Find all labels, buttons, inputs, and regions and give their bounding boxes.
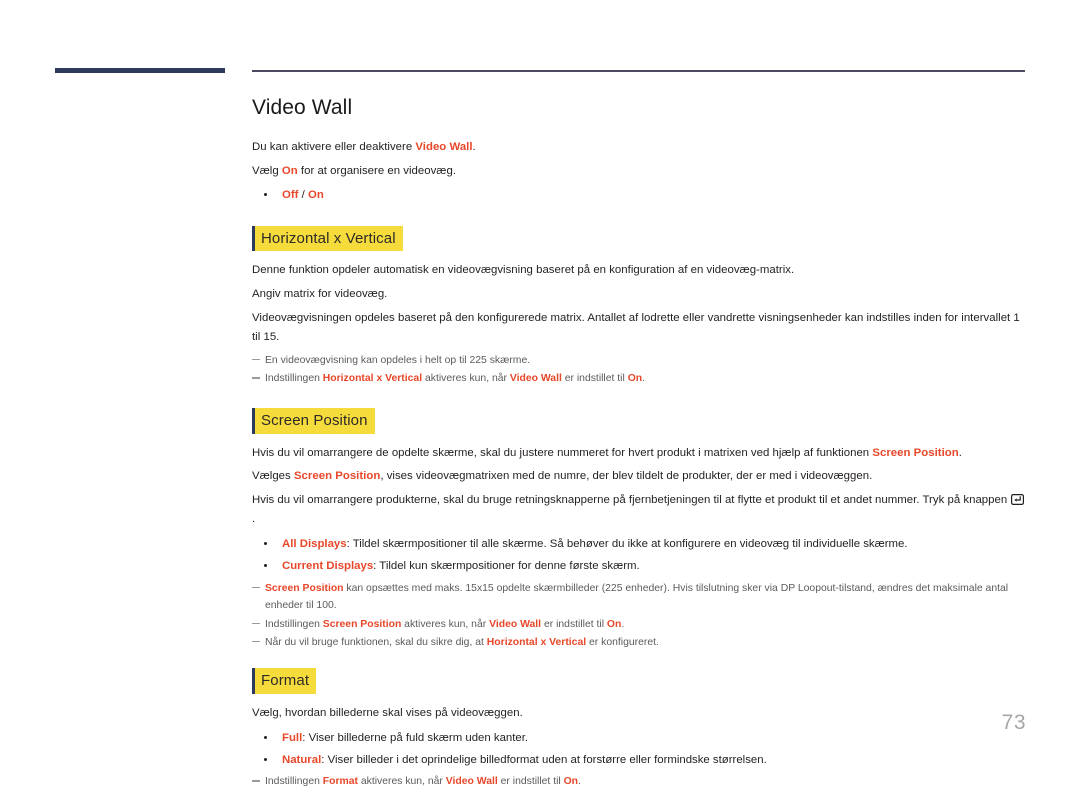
sp-note-2-link-video-wall: Video Wall [489,618,542,630]
option-natural: Natural [282,754,322,767]
sp-paragraph-2: Vælges Screen Position, vises videovægma… [252,467,1027,487]
fmt-note-1-c: er indstillet til [497,776,564,788]
section-heading-screen-position: Screen Position [252,407,375,434]
section-heading-screen-position-wrap: Screen Position [252,407,1027,434]
option-full-desc: : Viser billederne på fuld skærm uden ka… [302,731,529,744]
sp-note-2-c: er indstillet til [541,618,607,630]
sp-note-3-a: Når du vil bruge funktionen, skal du sik… [265,636,487,648]
hv-note-2: Indstillingen Horizontal x Vertical akti… [252,370,1027,387]
option-all-displays: All Displays [282,537,347,550]
hv-note-2-c: er indstillet til [561,373,628,385]
sp-note-2-a: Indstillingen [265,618,323,630]
sp-paragraph-1: Hvis du vil omarrangere de opdelte skærm… [252,444,1027,464]
section-heading-format: Format [252,668,317,695]
fmt-note-1-a: Indstillingen [265,776,323,788]
fmt-option-list: Full: Viser billederne på fuld skærm ude… [252,728,1027,771]
fmt-note-1-b: aktiveres kun, når [357,776,446,788]
sp-note-2-b: aktiveres kun, når [401,618,490,630]
sp-paragraph-3: Hvis du vil omarrangere produkterne, ska… [252,491,1027,530]
intro-text-1a: Du kan aktivere eller deaktivere [252,141,416,154]
sp-note-3-b: er konfigureret. [586,636,659,648]
page-title: Video Wall [252,96,353,119]
hv-note-2-link-video-wall: Video Wall [509,373,562,385]
option-on: On [307,189,324,202]
option-current-displays: Current Displays [282,560,374,573]
hv-paragraph-3: Videovægvisningen opdeles baseret på den… [252,311,1020,344]
fmt-note-1: Indstillingen Format aktiveres kun, når … [252,773,1027,790]
document-page: Video Wall Du kan aktivere eller deaktiv… [0,0,1080,787]
sp-note-3: Når du vil bruge funktionen, skal du sik… [252,634,1027,651]
page-number: 73 [1001,711,1026,734]
sp-p2-b: , vises videovægmatrixen med de numre, d… [380,470,873,483]
sp-note-2-d: . [621,618,625,630]
option-current-displays-desc: : Tildel kun skærmpositioner for denne f… [373,560,640,573]
intro-text-2a: Vælg [252,164,282,177]
section-heading-format-wrap: Format [252,668,1027,695]
hv-paragraph-2: Angiv matrix for videovæg. [252,288,388,301]
fmt-note-1-d: . [578,776,581,788]
option-natural-desc: : Viser billeder i det oprindelige bille… [321,754,767,767]
fmt-note-1-link-on: On [563,776,579,788]
option-off: Off [282,189,299,202]
fmt-note-1-link-video-wall: Video Wall [445,776,498,788]
hv-note-2-a: Indstillingen [265,373,323,385]
intro-text-1b: . [472,141,476,154]
hv-note-2-link-on: On [627,373,643,385]
fmt-note-1-link-format: Format [322,776,358,788]
hv-note-2-b: aktiveres kun, når [422,373,510,385]
sp-note-2-link-sp: Screen Position [322,618,402,630]
hv-paragraph-1: Denne funktion opdeler automatisk en vid… [252,264,795,277]
sp-p1-b: . [958,446,962,459]
list-item: Natural: Viser billeder i det oprindelig… [252,750,1027,770]
hv-note-2-link-hv: Horizontal x Vertical [322,373,423,385]
intro-option-list: Off / On [252,185,1027,205]
hv-note-1: En videovægvisning kan opdeles i helt op… [252,352,1027,369]
section-heading-horizontal-x-vertical: Horizontal x Vertical [252,225,403,252]
option-separator: / [298,189,308,202]
option-full: Full [282,731,303,744]
sp-p3-a: Hvis du vil omarrangere produkterne, ska… [252,493,1011,506]
sp-p1-a: Hvis du vil omarrangere de opdelte skærm… [252,446,873,459]
sp-note-1-text: kan opsættes med maks. 15x15 opdelte skæ… [265,582,1009,612]
sp-p3-b: . [252,513,256,526]
fmt-paragraph-1: Vælg, hvordan billederne skal vises på v… [252,707,523,720]
sp-note-2: Indstillingen Screen Position aktiveres … [252,616,1027,633]
sp-p1-link: Screen Position [872,446,959,459]
content-column: Video Wall Du kan aktivere eller deaktiv… [252,96,1027,792]
intro-paragraph-1: Du kan aktivere eller deaktivere Video W… [252,138,1027,158]
intro-text-2b: for at organisere en videovæg. [297,164,456,177]
left-margin-bar [55,68,225,73]
sp-p2-a: Vælges [252,470,294,483]
list-item: Off / On [252,185,1027,205]
enter-key-icon [1011,493,1025,505]
intro-paragraph-2: Vælg On for at organisere en videovæg. [252,162,1027,182]
list-item: Current Displays: Tildel kun skærmpositi… [252,556,1027,576]
sp-note-3-link-hv: Horizontal x Vertical [486,636,587,648]
intro-link-on: On [281,164,298,177]
sp-note-1: Screen Position kan opsættes med maks. 1… [252,580,1027,615]
option-all-displays-desc: : Tildel skærmpositioner til alle skærme… [346,537,908,550]
intro-link-video-wall: Video Wall [415,141,473,154]
sp-p2-link: Screen Position [293,470,381,483]
sp-note-1-link: Screen Position [265,582,344,594]
hv-note-2-d: . [642,373,646,385]
section-heading-horizontal-x-vertical-wrap: Horizontal x Vertical [252,225,1027,252]
header-rule [252,70,1025,72]
sp-option-list: All Displays: Tildel skærmpositioner til… [252,534,1027,577]
sp-note-2-link-on: On [606,618,622,630]
hv-note-1-text: En videovægvisning kan opdeles i helt op… [265,354,531,366]
list-item: All Displays: Tildel skærmpositioner til… [252,534,1027,554]
list-item: Full: Viser billederne på fuld skærm ude… [252,728,1027,748]
